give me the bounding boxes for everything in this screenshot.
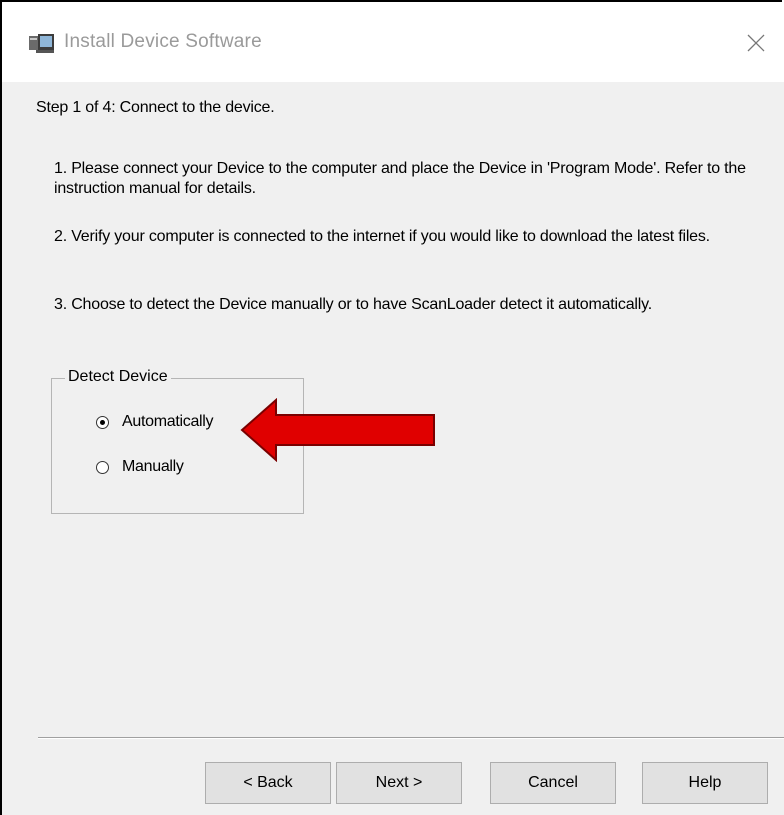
instruction-1: 1. Please connect your Device to the com…	[54, 160, 746, 197]
step-heading: Step 1 of 4: Connect to the device.	[36, 99, 275, 116]
radio-button-selected[interactable]	[96, 415, 109, 429]
radio-automatically[interactable]: Automatically	[96, 413, 214, 431]
detect-device-label: Detect Device	[65, 368, 171, 386]
window-title: Install Device Software	[64, 31, 262, 52]
close-button[interactable]	[728, 18, 784, 68]
instruction-2: 2. Verify your computer is connected to …	[54, 228, 710, 245]
radio-button-unselected[interactable]	[96, 460, 109, 474]
dialog-body: Step 1 of 4: Connect to the device. 1. P…	[2, 82, 784, 815]
instruction-3: 3. Choose to detect the Device manually …	[54, 296, 652, 313]
close-icon	[747, 34, 765, 52]
radio-manually[interactable]: Manually	[96, 458, 184, 476]
next-button[interactable]: Next >	[336, 762, 462, 804]
help-button[interactable]: Help	[642, 762, 768, 804]
red-arrow-annotation	[240, 398, 435, 462]
cancel-button[interactable]: Cancel	[490, 762, 616, 804]
radio-automatically-label[interactable]: Automatically	[122, 413, 214, 431]
separator-line	[38, 737, 784, 739]
install-device-icon	[29, 34, 54, 53]
back-button[interactable]: < Back	[205, 762, 331, 804]
radio-manually-label[interactable]: Manually	[122, 458, 184, 476]
title-bar: Install Device Software	[2, 2, 784, 82]
